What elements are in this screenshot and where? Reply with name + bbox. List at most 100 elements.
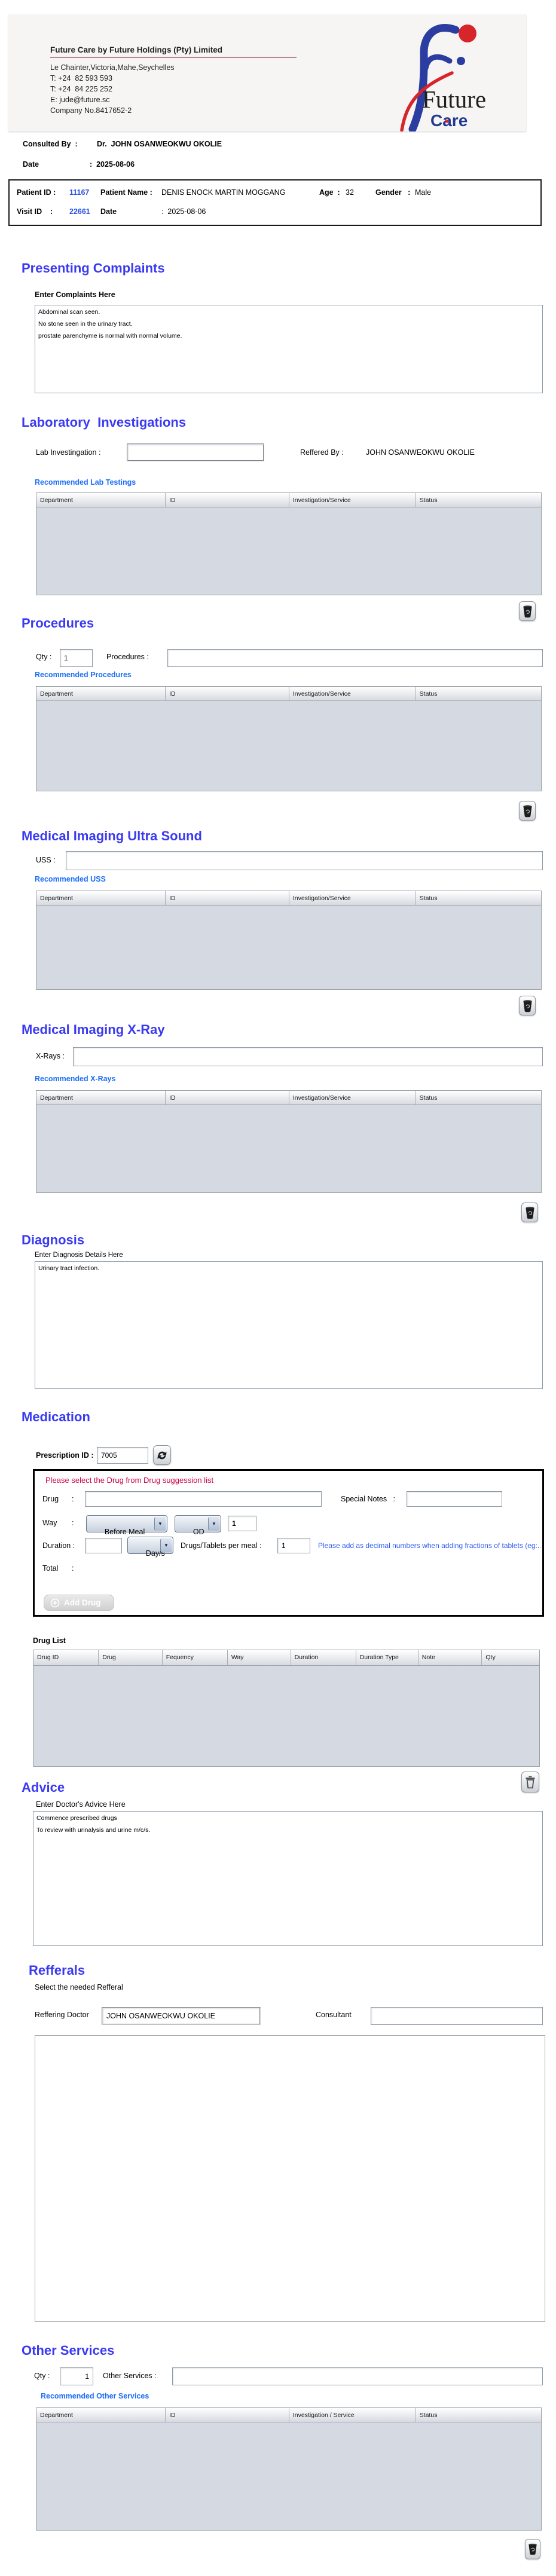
recommended-procedures-label: Recommended Procedures	[35, 671, 132, 679]
referring-doctor-input[interactable]	[102, 2007, 261, 2025]
section-title-laboratory: Laboratory Investigations	[22, 415, 187, 430]
delete-lab-testing-button[interactable]	[519, 601, 536, 621]
patient-id-value: 11167	[69, 188, 90, 197]
table-header-row: Department ID Investigation/Service Stat…	[36, 687, 541, 701]
column-header-status: Status	[419, 895, 438, 902]
section-title-diagnosis: Diagnosis	[22, 1232, 85, 1247]
other-services-qty-label: Qty :	[34, 2372, 50, 2380]
special-notes-input[interactable]	[407, 1491, 502, 1507]
refresh-icon	[157, 1451, 167, 1459]
column-header-investigation: Investigation/Service	[289, 493, 416, 507]
delete-procedure-button[interactable]	[519, 801, 536, 821]
recommended-xray-label: Recommended X-Rays	[35, 1075, 116, 1083]
visit-date-label: Date	[100, 207, 117, 216]
age-value: 32	[346, 188, 354, 197]
referred-by-label: Reffered By :	[300, 448, 344, 457]
column-header-id: ID	[166, 2408, 289, 2422]
procedures-label: Procedures :	[106, 653, 149, 661]
procedures-table: Department ID Investigation/Service Stat…	[36, 686, 542, 791]
frequency-dropdown[interactable]: OD	[175, 1515, 221, 1536]
trash-icon	[523, 804, 532, 817]
add-drug-button[interactable]: Add Drug	[44, 1595, 114, 1611]
trash-icon	[523, 999, 532, 1012]
company-phone-2: T: +24 84 225 252	[50, 85, 112, 93]
diagnosis-label: Enter Diagnosis Details Here	[35, 1252, 123, 1259]
uss-input[interactable]	[66, 851, 543, 870]
column-header-note: Note	[418, 1650, 482, 1665]
column-header-investigation: Investigation/Service	[289, 1091, 416, 1105]
procedures-table-body[interactable]	[36, 701, 541, 791]
other-services-qty-input[interactable]	[60, 2367, 93, 2385]
visit-date-value: : 2025-08-06	[161, 207, 206, 216]
column-header-id: ID	[166, 1091, 289, 1105]
gender-label: Gender :	[375, 188, 411, 197]
column-header-status: Status	[419, 2412, 438, 2419]
duration-type-dropdown[interactable]: Day/s	[127, 1537, 173, 1558]
section-title-ultrasound: Medical Imaging Ultra Sound	[22, 828, 202, 843]
per-meal-input[interactable]	[277, 1538, 310, 1553]
consultant-input[interactable]	[371, 2007, 543, 2025]
procedures-qty-label: Qty :	[36, 653, 52, 661]
company-number: Company No.8417652-2	[50, 106, 132, 115]
referring-doctor-label: Reffering Doctor	[35, 2011, 89, 2019]
total-colon: :	[72, 1564, 74, 1572]
table-header-row: Department ID Investigation/Service Stat…	[36, 891, 541, 905]
diagnosis-textarea[interactable]: Urinary tract infection.	[35, 1261, 543, 1389]
complaints-textarea[interactable]: Abdominal scan seen. No stone seen in th…	[35, 305, 543, 393]
column-header-department: Department	[36, 687, 166, 700]
heart-icon: ♥	[445, 117, 450, 126]
drug-label: Drug	[42, 1495, 59, 1503]
add-icon	[50, 1598, 60, 1607]
referred-by-value: JOHN OSANWEOKWU OKOLIE	[366, 448, 475, 457]
prescription-id-input[interactable]	[97, 1447, 148, 1464]
fraction-note: Please add as decimal numbers when addin…	[318, 1541, 540, 1550]
lab-testings-table-body[interactable]	[36, 507, 541, 595]
table-header-row: Department ID Investigation / Service St…	[36, 2408, 541, 2422]
duration-input[interactable]	[85, 1538, 122, 1553]
column-header-department: Department	[36, 2408, 166, 2422]
duration-label: Duration :	[42, 1541, 75, 1550]
other-services-input[interactable]	[172, 2367, 543, 2385]
column-header-drug-id: Drug ID	[33, 1650, 99, 1665]
xray-input[interactable]	[73, 1047, 543, 1066]
drug-list-table-body[interactable]	[33, 1666, 539, 1767]
way-dropdown[interactable]: Before Meal	[86, 1515, 167, 1536]
visit-id-value: 22661	[69, 207, 90, 216]
delete-other-service-button[interactable]	[525, 2539, 540, 2559]
advice-textarea[interactable]: Commence prescribed drugs To review with…	[33, 1811, 543, 1946]
consulted-by-label: Consulted By :	[23, 140, 78, 148]
company-email: E: jude@future.sc	[50, 96, 110, 104]
other-services-table-body[interactable]	[36, 2422, 541, 2531]
section-title-referrals: Refferals	[29, 1963, 85, 1978]
company-phone-1: T: +24 82 593 593	[50, 74, 112, 82]
uss-table-body[interactable]	[36, 905, 541, 990]
procedures-input[interactable]	[167, 649, 543, 667]
delete-drug-button[interactable]	[521, 1772, 539, 1792]
column-header-status: Status	[419, 690, 438, 697]
way-colon: :	[72, 1519, 74, 1527]
referral-subtitle: Select the needed Refferal	[35, 1983, 123, 1991]
drug-suggestion-note: Please select the Drug from Drug suggess…	[45, 1476, 214, 1485]
drug-input[interactable]	[85, 1491, 322, 1507]
table-header-row: Department ID Investigation/Service Stat…	[36, 493, 541, 507]
refresh-prescription-button[interactable]	[153, 1445, 171, 1465]
column-header-qty: Qty	[485, 1654, 496, 1661]
recommended-uss-label: Recommended USS	[35, 875, 106, 883]
procedures-qty-input[interactable]	[60, 649, 93, 667]
section-title-presenting-complaints: Presenting Complaints	[22, 261, 165, 276]
column-header-investigation: Investigation/Service	[289, 891, 416, 905]
referral-list-box[interactable]	[35, 2035, 545, 2322]
column-header-department: Department	[36, 1091, 166, 1105]
delete-xray-button[interactable]	[521, 1203, 538, 1222]
way-qty-input[interactable]	[228, 1516, 256, 1531]
consultation-report-page: Future Care by Future Holdings (Pty) Lim…	[0, 0, 556, 2576]
uss-label: USS :	[36, 856, 56, 864]
xray-table-body[interactable]	[36, 1105, 541, 1193]
column-header-drug: Drug	[99, 1650, 163, 1665]
future-care-logo: Future Care ♥ Body Mind Soul	[367, 17, 517, 140]
delete-uss-button[interactable]	[519, 996, 536, 1015]
section-title-procedures: Procedures	[22, 616, 94, 631]
table-header-row: Drug ID Drug Fequency Way Duration Durat…	[33, 1650, 539, 1666]
column-header-id: ID	[166, 891, 289, 905]
lab-investigation-input[interactable]	[127, 443, 264, 461]
